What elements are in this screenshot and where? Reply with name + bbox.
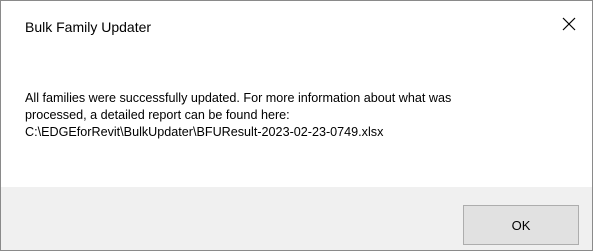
message-line: All families were successfully updated. …	[25, 91, 452, 105]
close-button[interactable]	[546, 1, 592, 47]
dialog-title: Bulk Family Updater	[25, 19, 152, 35]
report-path: C:\EDGEforRevit\BulkUpdater\BFUResult-20…	[25, 125, 384, 139]
message-line: processed, a detailed report can be foun…	[25, 108, 290, 122]
title-bar: Bulk Family Updater	[1, 1, 592, 59]
ok-button[interactable]: OK	[463, 205, 579, 245]
message-text: All families were successfully updated. …	[25, 90, 575, 141]
message-dialog: Bulk Family Updater All families were su…	[0, 0, 593, 251]
close-icon	[562, 17, 576, 31]
dialog-content: All families were successfully updated. …	[1, 59, 592, 187]
dialog-footer: OK	[1, 187, 592, 250]
